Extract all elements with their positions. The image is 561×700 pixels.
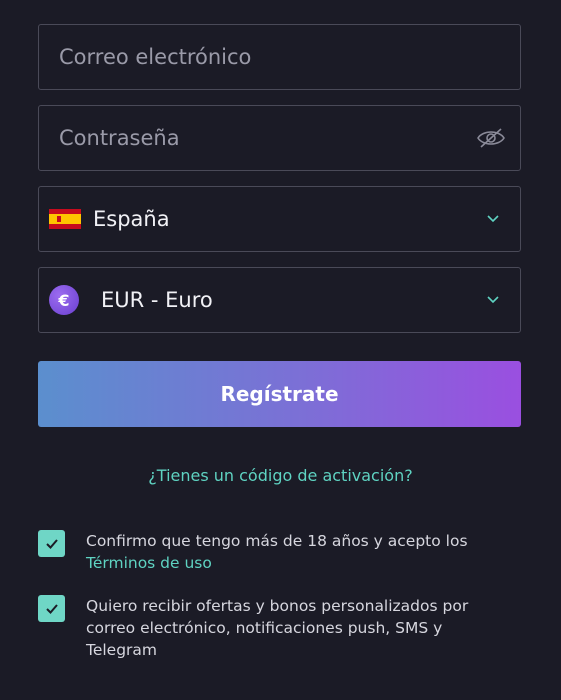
marketing-label: Quiero recibir ofertas y bonos personali… (86, 597, 469, 659)
age-terms-checkbox[interactable] (38, 530, 65, 557)
registration-form: Correo electrónico Contraseña España € E… (38, 24, 521, 427)
marketing-text: Quiero recibir ofertas y bonos personali… (86, 595, 508, 661)
password-field[interactable]: Contraseña (38, 105, 521, 171)
marketing-consent: Quiero recibir ofertas y bonos personali… (38, 595, 508, 661)
currency-select[interactable]: € EUR - Euro (38, 267, 521, 333)
password-placeholder: Contraseña (59, 126, 180, 150)
marketing-checkbox[interactable] (38, 595, 65, 622)
check-icon (45, 538, 58, 549)
eye-slash-icon[interactable] (476, 126, 506, 150)
register-button[interactable]: Regístrate (38, 361, 521, 427)
terms-of-use-link[interactable]: Términos de uso (86, 552, 468, 574)
check-icon (45, 603, 58, 614)
activation-code-link[interactable]: ¿Tienes un código de activación? (0, 466, 561, 485)
chevron-down-icon (487, 215, 499, 223)
country-select[interactable]: España (38, 186, 521, 252)
spain-flag-icon (49, 209, 81, 229)
currency-value: EUR - Euro (101, 288, 213, 312)
email-placeholder: Correo electrónico (59, 45, 252, 69)
chevron-down-icon (487, 296, 499, 304)
age-terms-label: Confirmo que tengo más de 18 años y acep… (86, 532, 468, 550)
email-field[interactable]: Correo electrónico (38, 24, 521, 90)
euro-icon: € (49, 285, 79, 315)
country-value: España (93, 207, 170, 231)
age-terms-consent: Confirmo que tengo más de 18 años y acep… (38, 530, 508, 574)
age-terms-text: Confirmo que tengo más de 18 años y acep… (86, 530, 468, 574)
